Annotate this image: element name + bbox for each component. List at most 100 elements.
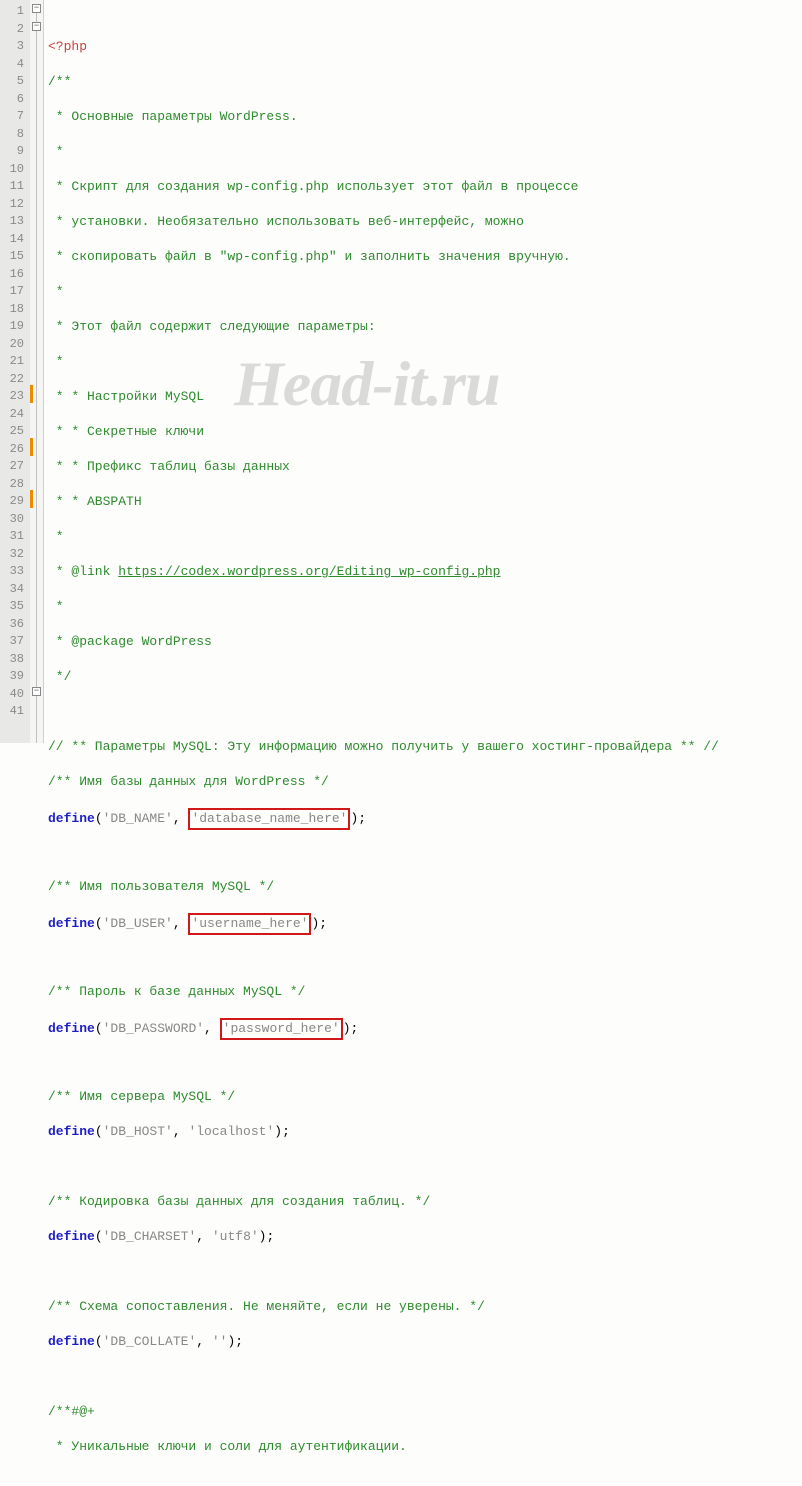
string: 'utf8' <box>212 1229 259 1244</box>
line-number: 18 <box>3 301 24 319</box>
comment: * * Настройки MySQL <box>48 389 204 404</box>
comment: * * ABSPATH <box>48 494 142 509</box>
string: 'username_here' <box>191 916 308 931</box>
string: 'DB_CHARSET' <box>103 1229 197 1244</box>
comma: , <box>173 1124 189 1139</box>
comment: * @package WordPress <box>48 634 212 649</box>
line-number: 8 <box>3 126 24 144</box>
line-number: 28 <box>3 476 24 494</box>
paren: ); <box>311 916 327 931</box>
comment: // ** Параметры MySQL: Эту информацию мо… <box>48 739 719 754</box>
comment: * <box>48 599 64 614</box>
line-number: 15 <box>3 248 24 266</box>
string: 'DB_NAME' <box>103 811 173 826</box>
line-number: 17 <box>3 283 24 301</box>
fold-column: − − − <box>30 0 44 743</box>
comment: * <box>48 354 64 369</box>
comment: * скопировать файл в "wp-config.php" и з… <box>48 249 571 264</box>
code-area[interactable]: Head-it.ru <?php /** * Основные параметр… <box>44 0 802 743</box>
line-number: 37 <box>3 633 24 651</box>
paren: ); <box>227 1334 243 1349</box>
string: 'DB_PASSWORD' <box>103 1021 204 1036</box>
line-number: 10 <box>3 161 24 179</box>
line-number: 26 <box>3 441 24 459</box>
comment: * Основные параметры WordPress. <box>48 109 298 124</box>
paren: ( <box>95 1229 103 1244</box>
line-number: 38 <box>3 651 24 669</box>
comment: /** Имя пользователя MySQL */ <box>48 879 274 894</box>
string: 'DB_COLLATE' <box>103 1334 197 1349</box>
line-number: 6 <box>3 91 24 109</box>
fold-toggle-icon[interactable]: − <box>32 22 41 31</box>
keyword-define: define <box>48 1229 95 1244</box>
fold-toggle-icon[interactable]: − <box>32 4 41 13</box>
line-number: 41 <box>3 703 24 721</box>
keyword-define: define <box>48 1124 95 1139</box>
comment: * установки. Необязательно использовать … <box>48 214 524 229</box>
string: 'DB_HOST' <box>103 1124 173 1139</box>
comma: , <box>196 1229 212 1244</box>
paren: ); <box>343 1021 359 1036</box>
line-number: 31 <box>3 528 24 546</box>
paren: ( <box>95 811 103 826</box>
line-number: 11 <box>3 178 24 196</box>
fold-toggle-icon[interactable]: − <box>32 687 41 696</box>
line-number: 20 <box>3 336 24 354</box>
line-number: 12 <box>3 196 24 214</box>
paren: ( <box>95 1124 103 1139</box>
line-number: 27 <box>3 458 24 476</box>
line-number: 30 <box>3 511 24 529</box>
php-open-tag: <?php <box>48 39 87 54</box>
comma: , <box>204 1021 220 1036</box>
string: 'password_here' <box>223 1021 340 1036</box>
string: 'localhost' <box>188 1124 274 1139</box>
line-number: 34 <box>3 581 24 599</box>
keyword-define: define <box>48 1334 95 1349</box>
comment: * Уникальные ключи и соли для аутентифик… <box>48 1439 407 1454</box>
comma: , <box>196 1334 212 1349</box>
line-number: 22 <box>3 371 24 389</box>
comment: * Этот файл содержит следующие параметры… <box>48 319 376 334</box>
line-number: 32 <box>3 546 24 564</box>
line-number: 24 <box>3 406 24 424</box>
comment: */ <box>48 669 71 684</box>
comment: * Скрипт для создания wp-config.php испо… <box>48 179 579 194</box>
line-number-gutter: 1234567891011121314151617181920212223242… <box>0 0 30 743</box>
comment: * * Секретные ключи <box>48 424 204 439</box>
comment: /** <box>48 74 71 89</box>
highlight-db-name: 'database_name_here' <box>188 808 350 830</box>
highlight-db-password: 'password_here' <box>220 1018 343 1040</box>
line-number: 33 <box>3 563 24 581</box>
paren: ( <box>95 1334 103 1349</box>
comment: /** Имя сервера MySQL */ <box>48 1089 235 1104</box>
paren: ( <box>95 916 103 931</box>
line-number: 40 <box>3 686 24 704</box>
line-number: 21 <box>3 353 24 371</box>
paren: ( <box>95 1021 103 1036</box>
comment: /**#@+ <box>48 1404 95 1419</box>
string: 'database_name_here' <box>191 811 347 826</box>
doc-link[interactable]: https://codex.wordpress.org/Editing_wp-c… <box>118 564 500 579</box>
comment: * <box>48 144 64 159</box>
keyword-define: define <box>48 916 95 931</box>
highlight-db-user: 'username_here' <box>188 913 311 935</box>
string: 'DB_USER' <box>103 916 173 931</box>
comma: , <box>173 811 189 826</box>
line-number: 36 <box>3 616 24 634</box>
line-number: 1 <box>3 3 24 21</box>
line-number: 7 <box>3 108 24 126</box>
keyword-define: define <box>48 811 95 826</box>
comment: * <box>48 284 64 299</box>
line-number: 5 <box>3 73 24 91</box>
comment: * @link <box>48 564 118 579</box>
paren: ); <box>259 1229 275 1244</box>
line-number: 25 <box>3 423 24 441</box>
keyword-define: define <box>48 1021 95 1036</box>
comment: /** Пароль к базе данных MySQL */ <box>48 984 305 999</box>
line-number: 4 <box>3 56 24 74</box>
comment: * * Префикс таблиц базы данных <box>48 459 290 474</box>
comment: /** Кодировка базы данных для создания т… <box>48 1194 430 1209</box>
paren: ); <box>350 811 366 826</box>
line-number: 39 <box>3 668 24 686</box>
paren: ); <box>274 1124 290 1139</box>
